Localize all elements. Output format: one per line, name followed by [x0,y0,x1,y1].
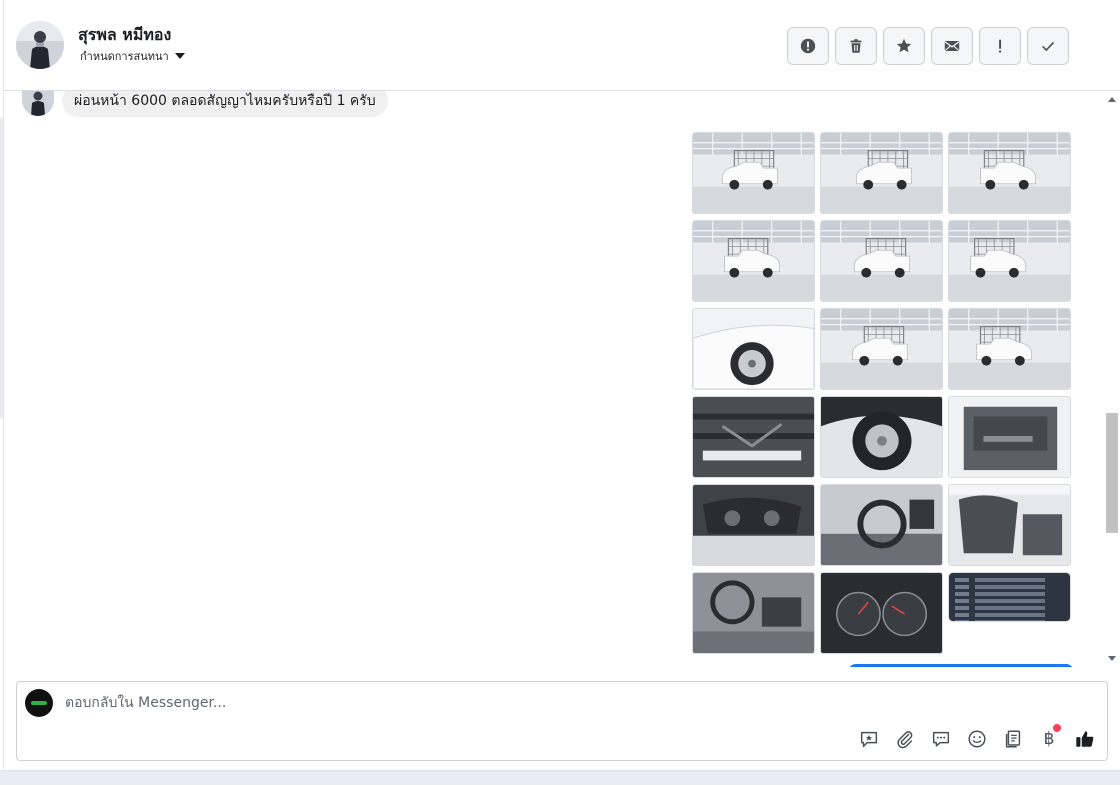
conversation-label-text: กำหนดการสนทนา [80,50,169,63]
car-photo-thumbnail[interactable] [948,220,1071,302]
mark-unread-button[interactable] [931,27,973,65]
car-photo-thumbnail[interactable] [820,484,943,566]
car-photo-thumbnail[interactable] [820,132,943,214]
car-photo-thumbnail[interactable] [948,132,1071,214]
payment-button[interactable]: ฿ [1037,724,1061,751]
composer-tools: ฿ [857,724,1097,751]
reply-input[interactable] [65,692,965,714]
page-footer-band [0,770,1120,785]
emoji-button[interactable] [965,727,989,751]
catalog-button[interactable] [1001,727,1025,751]
sender-avatar [22,91,54,116]
spam-button[interactable] [787,27,829,65]
incoming-message-bubble[interactable]: ผ่อนหน้า 6000 ตลอดสัญญาไหมครับหรือปี 1 ค… [62,91,388,117]
car-photo-thumbnail[interactable] [692,220,815,302]
car-photo-thumbnail[interactable] [692,572,815,654]
notification-dot [1053,724,1061,732]
mark-done-button[interactable] [1027,27,1069,65]
contact-name[interactable]: สุรพล หมีทอง [78,23,171,48]
messenger-inbox: สุรพล หมีทอง กำหนดการสนทนา ผ่อนหน้า 6000… [0,0,1120,785]
reply-composer: ฿ [16,681,1108,761]
scroll-down-arrow-icon[interactable] [1108,656,1116,661]
conversation-label-dropdown[interactable]: กำหนดการสนทนา [80,47,185,65]
baht-payment-icon: ฿ [1043,729,1055,749]
header-actions [787,27,1069,65]
contact-avatar[interactable] [16,21,64,69]
trash-icon [850,39,862,53]
saved-reply-button[interactable] [857,727,881,751]
delete-button[interactable] [835,27,877,65]
car-photo-thumbnail[interactable] [948,308,1071,390]
car-photo-thumbnail[interactable] [820,396,943,478]
outgoing-message-bubble[interactable] [848,664,1074,667]
car-photo-thumbnail[interactable] [692,132,815,214]
document-screenshot-thumbnail[interactable] [948,572,1071,622]
follow-up-button[interactable] [979,27,1021,65]
car-photo-thumbnail[interactable] [692,396,815,478]
saved-reply-icon [860,731,878,748]
emoji-icon [968,730,986,748]
like-icon [1076,731,1094,747]
page-logo-icon [31,701,47,705]
exclamation-icon [999,39,1002,53]
page-avatar [25,689,53,717]
car-photo-thumbnail[interactable] [692,308,815,390]
catalog-icon [1005,730,1021,748]
car-photo-thumbnail[interactable] [948,484,1071,566]
star-icon [896,38,912,53]
star-button[interactable] [883,27,925,65]
photo-grid [692,132,1071,654]
car-photo-thumbnail[interactable] [820,220,943,302]
check-icon [1042,41,1054,52]
thread-scrollbar[interactable] [1104,91,1120,667]
scroll-thumb[interactable] [1106,413,1118,533]
chat-bubble-icon [932,731,950,747]
car-photo-thumbnail[interactable] [820,572,943,654]
caret-down-icon [174,53,185,59]
quick-message-button[interactable] [929,727,953,751]
car-photo-thumbnail[interactable] [948,396,1071,478]
conversation-header: สุรพล หมีทอง กำหนดการสนทนา [4,0,1120,91]
envelope-icon [944,41,960,51]
attach-file-button[interactable] [893,727,917,751]
exclamation-circle-icon [800,38,816,54]
like-button[interactable] [1073,727,1097,751]
left-panel-scroll-mark [0,118,3,418]
attachment-icon [897,731,913,749]
message-thread[interactable]: ผ่อนหน้า 6000 ตลอดสัญญาไหมครับหรือปี 1 ค… [4,91,1104,667]
car-photo-thumbnail[interactable] [820,308,943,390]
scroll-up-arrow-icon[interactable] [1108,97,1116,102]
car-photo-thumbnail[interactable] [692,484,815,566]
